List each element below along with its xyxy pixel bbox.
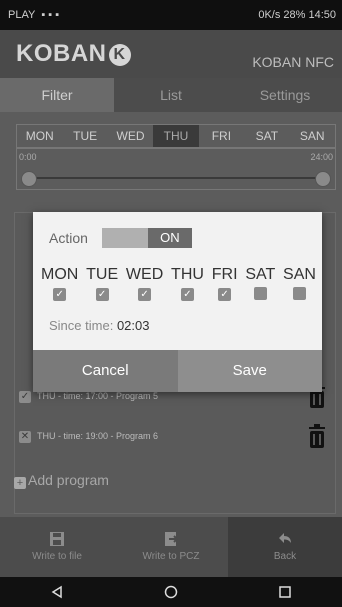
tab-settings[interactable]: Settings bbox=[228, 78, 342, 112]
day-name: FRI bbox=[211, 266, 238, 283]
back-button[interactable]: Back bbox=[228, 517, 342, 577]
save-icon bbox=[50, 532, 64, 546]
write-to-pcz-button[interactable]: Write to PCZ bbox=[114, 517, 228, 577]
day-checkbox[interactable]: ✓ bbox=[180, 288, 194, 301]
slider-start-handle[interactable] bbox=[21, 171, 37, 187]
dialog-day-fri[interactable]: FRI ✓ bbox=[212, 266, 238, 305]
back-arrow-icon bbox=[279, 533, 291, 543]
dialog-day-sat[interactable]: SAT bbox=[245, 266, 275, 305]
export-icon bbox=[165, 532, 179, 546]
dialog-day-checkboxes: MON ✓ TUE ✓ WED ✓ THU ✓ FRI ✓ SAT SAN bbox=[41, 266, 316, 305]
action-toggle[interactable]: ON bbox=[101, 228, 192, 248]
day-name: SAN bbox=[283, 266, 316, 283]
slider-track bbox=[27, 177, 325, 179]
slider-end-label: 24:00 bbox=[310, 152, 333, 162]
day-checkbox[interactable]: ✓ bbox=[138, 288, 152, 301]
day-checkbox[interactable]: ✓ bbox=[95, 288, 109, 301]
row-text: THU - time: 19:00 - Program 6 bbox=[37, 431, 159, 441]
day-checkbox[interactable]: ✓ bbox=[53, 288, 67, 301]
day-mon[interactable]: MON bbox=[17, 125, 62, 147]
day-checkbox[interactable] bbox=[253, 287, 267, 300]
since-time-value[interactable]: 02:03 bbox=[117, 318, 150, 333]
day-selector: MON TUE WED THU FRI SAT SAN bbox=[16, 124, 336, 148]
action-row: Action ON bbox=[49, 228, 192, 248]
day-checkbox[interactable]: ✓ bbox=[218, 288, 232, 301]
brand-label: KOBAN NFC bbox=[252, 54, 334, 70]
tab-filter[interactable]: Filter bbox=[0, 78, 114, 112]
logo-text: KOBAN bbox=[16, 40, 107, 67]
slider-end-handle[interactable] bbox=[315, 171, 331, 187]
write-to-pcz-label: Write to PCZ bbox=[142, 551, 200, 562]
dialog-day-wed[interactable]: WED ✓ bbox=[126, 266, 163, 305]
since-time-label: Since time: bbox=[49, 318, 114, 333]
plus-icon: + bbox=[14, 477, 26, 489]
dialog-day-san[interactable]: SAN bbox=[283, 266, 316, 305]
day-name: TUE bbox=[86, 266, 119, 283]
slider-start-label: 0:00 bbox=[19, 152, 37, 162]
row-checkbox[interactable]: ✓ bbox=[19, 391, 31, 403]
tab-bar: Filter List Settings bbox=[0, 78, 342, 112]
day-thu[interactable]: THU bbox=[153, 125, 199, 147]
status-right: 0K/s 28% 14:50 bbox=[258, 9, 336, 21]
day-san[interactable]: SAN bbox=[290, 125, 335, 147]
add-program-label: Add program bbox=[28, 472, 109, 488]
dialog-day-thu[interactable]: THU ✓ bbox=[171, 266, 204, 305]
nav-home-icon[interactable] bbox=[164, 585, 178, 599]
nav-recents-icon[interactable] bbox=[278, 585, 292, 599]
toggle-on-label: ON bbox=[147, 228, 192, 248]
trash-icon[interactable] bbox=[307, 423, 327, 449]
day-fri[interactable]: FRI bbox=[199, 125, 244, 147]
list-item[interactable]: ✕ THU - time: 19:00 - Program 6 bbox=[15, 419, 335, 459]
day-sat[interactable]: SAT bbox=[244, 125, 289, 147]
system-nav-bar bbox=[0, 577, 342, 607]
tab-list[interactable]: List bbox=[114, 78, 228, 112]
write-to-file-label: Write to file bbox=[32, 551, 82, 562]
status-left: PLAY ▪ ▪ ▪ bbox=[8, 9, 59, 21]
nav-back-icon[interactable] bbox=[50, 585, 64, 599]
row-checkbox[interactable]: ✕ bbox=[19, 431, 31, 443]
bottom-toolbar: Write to file Write to PCZ Back bbox=[0, 517, 342, 577]
day-name: WED bbox=[125, 266, 164, 283]
dialog-day-tue[interactable]: TUE ✓ bbox=[86, 266, 118, 305]
cancel-button[interactable]: Cancel bbox=[33, 350, 178, 392]
dialog-buttons: Cancel Save bbox=[33, 350, 322, 392]
day-name: THU bbox=[171, 266, 204, 283]
notification-icons: ▪ ▪ ▪ bbox=[41, 9, 60, 21]
row-text: THU - time: 17:00 - Program 5 bbox=[37, 391, 159, 401]
time-range-slider: 0:00 24:00 bbox=[16, 148, 336, 190]
koban-logo: KOBAN K bbox=[16, 40, 131, 68]
action-dialog: Action ON MON ✓ TUE ✓ WED ✓ THU ✓ FRI ✓ SAT S… bbox=[33, 212, 322, 392]
day-tue[interactable]: TUE bbox=[62, 125, 107, 147]
since-time-row[interactable]: Since time: 02:03 bbox=[49, 318, 149, 333]
save-button[interactable]: Save bbox=[177, 350, 322, 392]
logo-mark: K bbox=[108, 44, 131, 66]
dialog-day-mon[interactable]: MON ✓ bbox=[41, 266, 78, 305]
day-name: SAT bbox=[245, 266, 276, 283]
write-to-file-button[interactable]: Write to file bbox=[0, 517, 114, 577]
day-name: MON bbox=[41, 266, 79, 283]
day-checkbox[interactable] bbox=[293, 287, 306, 300]
status-left-text: PLAY bbox=[8, 9, 36, 21]
add-program-button[interactable]: + Add program bbox=[14, 472, 109, 489]
back-label: Back bbox=[273, 551, 297, 562]
app-header: KOBAN K KOBAN NFC bbox=[0, 30, 342, 78]
status-bar: PLAY ▪ ▪ ▪ 0K/s 28% 14:50 bbox=[0, 0, 342, 30]
day-wed[interactable]: WED bbox=[108, 125, 153, 147]
action-label: Action bbox=[49, 230, 88, 246]
